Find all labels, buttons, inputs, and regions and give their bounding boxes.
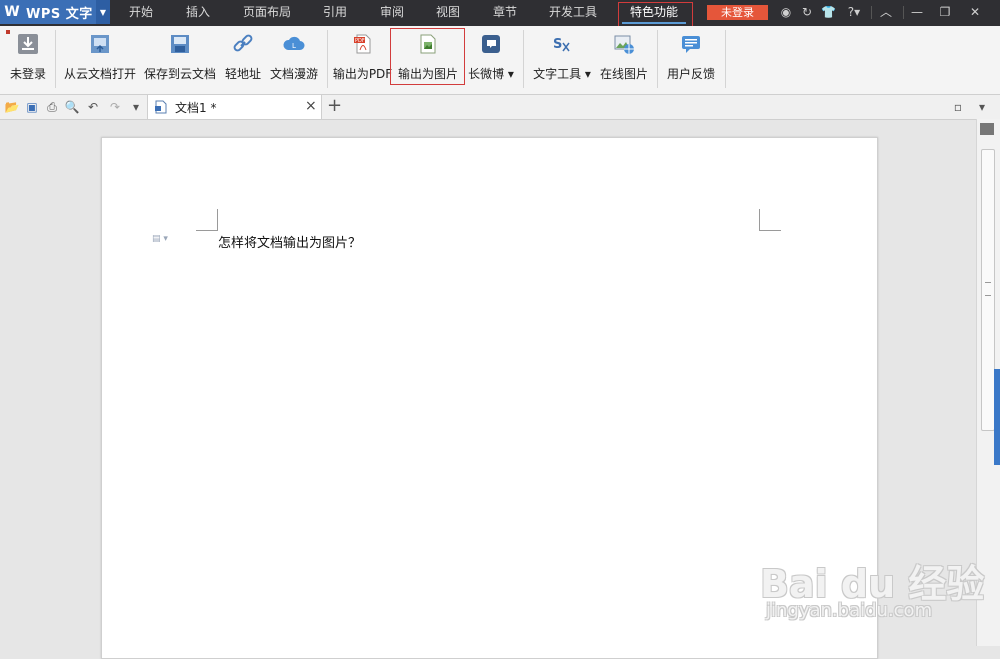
svg-text:PDF: PDF [355, 38, 365, 44]
ribbon-divider [725, 30, 726, 88]
doc-options-icon[interactable]: ▾ [974, 99, 990, 115]
tab-home[interactable]: 开始 [118, 0, 164, 26]
ribbon-label: 输出为PDF [332, 67, 393, 81]
minimize-doc-icon[interactable]: ▫ [950, 99, 966, 115]
customize-toolbar-icon[interactable]: ▾ [128, 99, 144, 115]
shirt-icon[interactable]: 👕 [821, 5, 836, 19]
online-image-icon [612, 32, 636, 56]
grip-icon [985, 282, 991, 296]
new-tab-icon[interactable]: + [327, 95, 342, 116]
download-icon [16, 32, 40, 56]
text-tool-icon: S [550, 32, 574, 56]
ribbon-label: 未登录 [9, 67, 46, 81]
collapse-ribbon-icon[interactable]: ︿ [879, 5, 893, 19]
ribbon-divider [55, 30, 56, 88]
open-from-cloud-button[interactable]: 从云文档打开 [64, 30, 136, 88]
quick-access-bar: 📂 ▣ ⎙ 🔍 ↶ ↷ ▾ 文档1 * × + ▫ ▾ [0, 95, 1000, 120]
wps-logo-icon: W [4, 4, 20, 20]
not-logged-in-button[interactable]: 未登录 [8, 30, 48, 88]
tab-chapter[interactable]: 章节 [483, 0, 527, 26]
side-panel-handle[interactable] [994, 369, 1000, 465]
text-tools-button[interactable]: S 文字工具 ▾ [532, 30, 592, 88]
svg-text:L: L [292, 42, 296, 50]
divider [871, 6, 872, 19]
export-pdf-button[interactable]: PDF 输出为PDF [332, 30, 393, 88]
user-feedback-button[interactable]: 用户反馈 [666, 30, 716, 88]
ribbon-label: 从云文档打开 [64, 67, 137, 81]
ribbon-label: 文字工具 ▾ [533, 67, 591, 81]
split-view-icon[interactable] [980, 123, 994, 135]
document-tab-title: 文档1 * [175, 101, 217, 115]
chevron-down-icon[interactable]: ▼ [96, 0, 110, 24]
tab-view[interactable]: 视图 [426, 0, 470, 26]
save-icon[interactable]: ▣ [24, 99, 40, 115]
ribbon-label: 在线图片 [599, 67, 648, 81]
ribbon-label: 保存到云文档 [144, 67, 217, 81]
crop-mark [759, 230, 781, 231]
tab-review[interactable]: 审阅 [370, 0, 414, 26]
ribbon-label: 用户反馈 [666, 67, 715, 81]
ribbon: 未登录 从云文档打开 保存到云文档 轻地址 L 文档漫游 PDF 输出为PDF [0, 26, 1000, 95]
watermark-sub: jingyan.baidu.com [766, 600, 933, 621]
undo-icon[interactable]: ↶ [85, 99, 101, 115]
ribbon-divider [327, 30, 328, 88]
document-icon [155, 100, 167, 114]
ribbon-divider [523, 30, 524, 88]
close-icon[interactable]: ✕ [968, 5, 982, 19]
open-folder-icon[interactable]: 📂 [4, 99, 20, 115]
baidu-watermark: Bai du 经验 jingyan.baidu.com [760, 545, 990, 635]
document-text[interactable]: 怎样将文档输出为图片？ [218, 232, 361, 251]
online-images-button[interactable]: 在线图片 [598, 30, 650, 88]
skin-icon[interactable]: ◉ [779, 5, 793, 19]
app-name: WPS 文字 [26, 6, 93, 22]
document-tab[interactable]: 文档1 * × [147, 95, 322, 119]
tab-page-layout[interactable]: 页面布局 [236, 0, 298, 26]
cloud-open-icon [88, 32, 112, 56]
ribbon-label: 文档漫游 [270, 67, 319, 81]
crop-mark [759, 209, 760, 231]
long-weibo-button[interactable]: 长微博 ▾ [468, 30, 514, 88]
ribbon-label: 长微博 ▾ [468, 67, 514, 81]
document-roaming-button[interactable]: L 文档漫游 [270, 30, 318, 88]
close-tab-icon[interactable]: × [305, 98, 317, 114]
redo-icon[interactable]: ↷ [107, 99, 123, 115]
ribbon-divider [657, 30, 658, 88]
login-button[interactable]: 未登录 [707, 5, 768, 20]
crop-mark [196, 230, 218, 231]
minimize-icon[interactable]: — [910, 5, 924, 19]
paragraph-handle-icon[interactable]: ▤ ▾ [152, 234, 176, 246]
crop-mark [217, 209, 218, 231]
divider [903, 6, 904, 19]
restore-icon[interactable]: ❐ [938, 5, 952, 19]
pdf-icon: PDF [351, 32, 375, 56]
refresh-icon[interactable]: ↻ [800, 5, 814, 19]
scrollbar-thumb[interactable] [981, 149, 995, 431]
menu-bar: W WPS 文字 ▼ 开始 插入 页面布局 引用 审阅 视图 章节 开发工具 特… [0, 0, 1000, 30]
tab-references[interactable]: 引用 [313, 0, 357, 26]
save-to-cloud-button[interactable]: 保存到云文档 [144, 30, 216, 88]
help-icon[interactable]: ?▾ [843, 5, 865, 19]
feedback-icon [679, 32, 703, 56]
app-menu-button[interactable]: W WPS 文字 ▼ [0, 0, 110, 24]
link-icon [231, 32, 255, 56]
cloud-icon: L [282, 32, 306, 56]
ribbon-label: 轻地址 [224, 67, 261, 81]
tab-insert[interactable]: 插入 [175, 0, 221, 26]
highlight-box-export-image [390, 28, 465, 85]
svg-text:S: S [553, 37, 562, 52]
tab-developer[interactable]: 开发工具 [541, 0, 605, 26]
print-preview-icon[interactable]: 🔍 [64, 99, 80, 115]
cloud-save-icon [168, 32, 192, 56]
short-link-button[interactable]: 轻地址 [224, 30, 262, 88]
weibo-icon [479, 32, 503, 56]
print-icon[interactable]: ⎙ [44, 99, 60, 115]
